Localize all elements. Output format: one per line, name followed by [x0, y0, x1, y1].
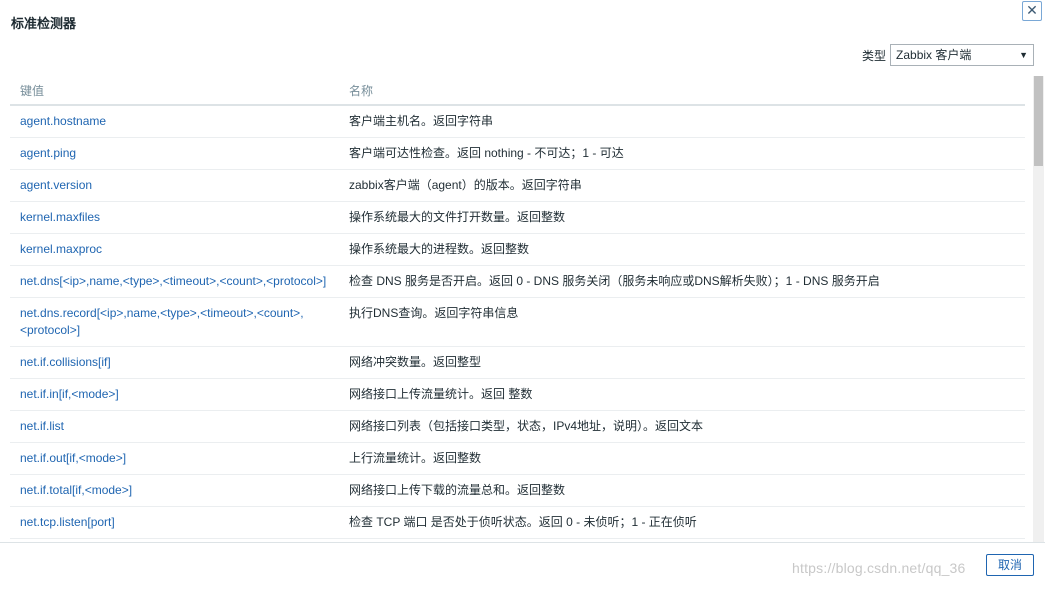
item-key-cell: net.dns[<ip>,name,<type>,<timeout>,<coun… [10, 265, 339, 298]
type-select-value: Zabbix 客户端 [896, 48, 972, 62]
item-name-cell: zabbix客户端（agent）的版本。返回字符串 [339, 169, 1025, 202]
items-table: 键值 名称 agent.hostname 客户端主机名。返回字符串 agent.pi… [10, 76, 1025, 542]
scrollbar-thumb[interactable] [1034, 76, 1043, 166]
item-name-cell: 上行流量统计。返回整数 [339, 442, 1025, 475]
vertical-scrollbar[interactable] [1033, 76, 1044, 542]
table-header-row: 键值 名称 [10, 76, 1025, 106]
type-label: 类型 [862, 48, 887, 63]
item-name-cell: 执行DNS查询。返回字符串信息 [339, 297, 1025, 347]
item-key-link[interactable]: agent.version [20, 178, 92, 192]
type-filter: 类型 Zabbix 客户端 ▼ [862, 44, 1035, 66]
item-key-link[interactable]: net.if.list [20, 419, 64, 433]
item-name-cell: 操作系统最大的进程数。返回整数 [339, 233, 1025, 266]
item-key-link[interactable]: agent.hostname [20, 114, 106, 128]
items-table-container: 键值 名称 agent.hostname 客户端主机名。返回字符串 agent.pi… [10, 76, 1025, 542]
item-key-cell: net.if.list [10, 410, 339, 443]
item-name-cell: 检查 DNS 服务是否开启。返回 0 - DNS 服务关闭（服务未响应或DNS解… [339, 265, 1025, 298]
item-name-cell: 客户端可达性检查。返回 nothing - 不可达；1 - 可达 [339, 137, 1025, 170]
item-key-cell: net.dns.record[<ip>,name,<type>,<timeout… [10, 297, 339, 347]
item-name-cell: 操作系统最大的文件打开数量。返回整数 [339, 201, 1025, 234]
item-key-cell: net.if.collisions[if] [10, 346, 339, 379]
item-key-cell: net.if.in[if,<mode>] [10, 378, 339, 411]
item-key-cell: net.if.out[if,<mode>] [10, 442, 339, 475]
table-row: agent.version zabbix客户端（agent）的版本。返回字符串 [10, 169, 1025, 202]
column-header-key: 键值 [10, 76, 339, 106]
close-icon: ✕ [1026, 2, 1038, 18]
item-key-link[interactable]: kernel.maxfiles [20, 210, 100, 224]
item-key-cell: kernel.maxfiles [10, 201, 339, 234]
item-name-cell: 网络接口上传下载的流量总和。返回整数 [339, 474, 1025, 507]
table-row: net.if.out[if,<mode>] 上行流量统计。返回整数 [10, 442, 1025, 475]
chevron-down-icon: ▼ [1019, 50, 1029, 60]
item-key-cell: agent.ping [10, 137, 339, 170]
item-key-link[interactable]: kernel.maxproc [20, 242, 102, 256]
item-key-cell: net.if.total[if,<mode>] [10, 474, 339, 507]
item-name-cell: 检查 TCP 端口 是否处于侦听状态。返回 0 - 未侦听；1 - 正在侦听 [339, 506, 1025, 539]
item-key-link[interactable]: net.tcp.listen[port] [20, 515, 115, 529]
item-key-link[interactable]: net.dns.record[<ip>,name,<type>,<timeout… [20, 306, 304, 337]
item-key-cell: kernel.maxproc [10, 233, 339, 266]
item-name-cell: 客户端主机名。返回字符串 [339, 105, 1025, 138]
item-name-cell: 网络接口列表（包括接口类型，状态，IPv4地址，说明）。返回文本 [339, 410, 1025, 443]
item-key-link[interactable]: net.if.in[if,<mode>] [20, 387, 119, 401]
item-key-link[interactable]: net.if.out[if,<mode>] [20, 451, 126, 465]
item-name-cell: 网络接口上传流量统计。返回 整数 [339, 378, 1025, 411]
table-row: agent.ping 客户端可达性检查。返回 nothing - 不可达；1 - … [10, 137, 1025, 170]
standard-items-dialog: 标准检测器 ✕ 类型 Zabbix 客户端 ▼ 键值 名称 agent.host… [0, 0, 1045, 590]
item-key-link[interactable]: net.if.collisions[if] [20, 355, 111, 369]
table-row: kernel.maxfiles 操作系统最大的文件打开数量。返回整数 [10, 201, 1025, 234]
close-button[interactable]: ✕ [1022, 1, 1042, 21]
table-row: net.dns.record[<ip>,name,<type>,<timeout… [10, 297, 1025, 347]
table-row: net.if.collisions[if] 网络冲突数量。返回整型 [10, 346, 1025, 379]
item-key-link[interactable]: agent.ping [20, 146, 76, 160]
dialog-title: 标准检测器 [11, 16, 77, 31]
item-key-link[interactable]: net.if.total[if,<mode>] [20, 483, 132, 497]
table-row: agent.hostname 客户端主机名。返回字符串 [10, 105, 1025, 138]
table-row: net.if.list 网络接口列表（包括接口类型，状态，IPv4地址，说明）。返… [10, 410, 1025, 443]
watermark: https://blog.csdn.net/qq_36 [792, 560, 966, 576]
item-key-cell: net.tcp.listen[port] [10, 506, 339, 539]
table-row: net.if.in[if,<mode>] 网络接口上传流量统计。返回 整数 [10, 378, 1025, 411]
cancel-button[interactable]: 取消 [986, 554, 1034, 576]
column-header-name: 名称 [339, 76, 1025, 106]
type-select[interactable]: Zabbix 客户端 ▼ [890, 44, 1035, 66]
item-key-link[interactable]: net.dns[<ip>,name,<type>,<timeout>,<coun… [20, 274, 326, 288]
table-row: net.if.total[if,<mode>] 网络接口上传下载的流量总和。返回整… [10, 474, 1025, 507]
table-row: kernel.maxproc 操作系统最大的进程数。返回整数 [10, 233, 1025, 266]
item-key-cell: agent.hostname [10, 105, 339, 138]
item-name-cell: 网络冲突数量。返回整型 [339, 346, 1025, 379]
table-row: net.dns[<ip>,name,<type>,<timeout>,<coun… [10, 265, 1025, 298]
table-row: net.tcp.listen[port] 检查 TCP 端口 是否处于侦听状态。返… [10, 506, 1025, 539]
item-key-cell: agent.version [10, 169, 339, 202]
